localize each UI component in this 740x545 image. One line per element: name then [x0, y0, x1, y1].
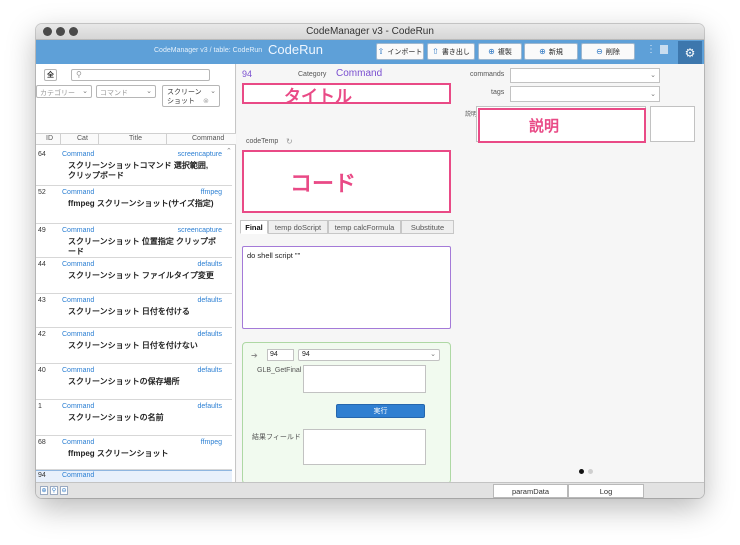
col-id[interactable]: ID [46, 135, 53, 142]
zoom-in-icon[interactable]: ⊕ [40, 486, 48, 495]
commands-select[interactable]: ⌄ [510, 68, 660, 83]
tags-select[interactable]: ⌄ [510, 86, 660, 102]
chevron-down-icon: ⌄ [650, 91, 656, 98]
attachment-field[interactable] [650, 106, 695, 142]
list-item[interactable]: 1 Command defaults スクリーンショットの名前 [36, 400, 232, 436]
arrow-right-icon: ➔ [251, 351, 258, 360]
chevron-down-icon: ⌄ [146, 88, 152, 95]
run-button[interactable]: 実行 [336, 404, 425, 418]
record-list-panel: 全 ⚲ カテゴリー ⌄ コマンド ⌄ スクリーンショット ⌄ ⊗ ID Cat … [36, 64, 236, 482]
category-label: Category [298, 71, 327, 78]
status-bar: ⊕ ⚲ ⊖ paramData Log [36, 482, 704, 498]
grid-icon[interactable] [660, 45, 668, 54]
col-cat[interactable]: Cat [77, 135, 88, 142]
list-item[interactable]: 42 Command defaults スクリーンショット 日付を付けない [36, 328, 232, 364]
chevron-down-icon: ⌄ [430, 351, 436, 358]
tags-label: tags [491, 89, 505, 96]
final-code-area[interactable]: do shell script "" [242, 246, 451, 329]
refresh-icon[interactable]: ↻ [286, 137, 293, 146]
scroll-up-icon[interactable]: ⌃ [226, 147, 232, 155]
clear-icon[interactable]: ⊗ [203, 97, 209, 105]
import-button[interactable]: ⇧ インポート [376, 43, 424, 60]
result-field[interactable] [303, 429, 426, 465]
breadcrumb: CodeManager v3 / table: CodeRun [154, 47, 263, 54]
list-item[interactable]: 40 Command defaults スクリーンショットの保存場所 [36, 364, 232, 400]
list-item[interactable]: 49 Command screencapture スクリーンショット 位置指定 … [36, 224, 232, 258]
tab-substitute[interactable]: Substitute [401, 220, 454, 234]
chevron-down-icon: ⌄ [650, 72, 656, 79]
param-select[interactable]: 94 ⌄ [298, 349, 440, 361]
code-label: codeTemp [246, 138, 279, 145]
list-item[interactable]: 64 Command screencapture スクリーンショットコマンド 選… [36, 148, 232, 186]
list-item-selected[interactable]: 94 Command [36, 470, 232, 482]
glb-field[interactable] [303, 365, 426, 393]
keyword-filter[interactable]: スクリーンショット ⌄ ⊗ [162, 85, 220, 107]
zoom-out-icon[interactable]: ⊖ [60, 486, 68, 495]
category-value[interactable]: Command [336, 68, 382, 79]
zoom-fit-icon[interactable]: ⚲ [50, 486, 58, 495]
brand-title: CodeRun [268, 42, 323, 57]
page-dot-active[interactable] [579, 469, 584, 474]
run-panel: ➔ 94 94 ⌄ GLB_GetFinal 実行 結果フィールド [242, 342, 451, 484]
upload-icon: ⇧ [377, 47, 385, 56]
export-button[interactable]: ⇧ 書き出し [427, 43, 475, 60]
divider [166, 134, 167, 145]
description-field[interactable] [478, 108, 646, 143]
description-annotation: 説明 [529, 118, 560, 135]
list-item[interactable]: 68 Command ffmpeg ffmpeg スクリーンショット [36, 436, 232, 470]
glb-label: GLB_GetFinal [257, 367, 302, 374]
col-command[interactable]: Command [192, 135, 224, 142]
commands-label: commands [470, 71, 505, 78]
list-item[interactable]: 43 Command defaults スクリーンショット 日付を付ける [36, 294, 232, 328]
toolbar: CodeManager v3 / table: CodeRun CodeRun … [36, 40, 704, 64]
command-filter[interactable]: コマンド ⌄ [96, 85, 156, 98]
app-window: CodeManager v3 - CodeRun CodeManager v3 … [36, 24, 704, 498]
list-item[interactable]: 44 Command defaults スクリーンショット ファイルタイプ変更 [36, 258, 232, 294]
title-bar: CodeManager v3 - CodeRun [36, 24, 704, 40]
final-code-text: do shell script "" [247, 251, 301, 260]
plus-circle-icon: ⊕ [539, 47, 546, 56]
code-annotation: コード [290, 171, 357, 196]
tab-temp-doscript[interactable]: temp doScript [268, 220, 328, 234]
param-id-input[interactable]: 94 [267, 349, 294, 361]
tab-temp-calcformula[interactable]: temp calcFormula [328, 220, 401, 234]
page-dot[interactable] [588, 469, 593, 474]
plus-circle-icon: ⊕ [488, 47, 495, 56]
export-icon: ⇧ [432, 47, 439, 56]
title-annotation: タイトル [284, 87, 352, 106]
chevron-down-icon: ⌄ [210, 88, 216, 95]
more-icon[interactable]: ⋮ [646, 44, 656, 55]
tab-final[interactable]: Final [240, 220, 268, 234]
window-title: CodeManager v3 - CodeRun [306, 26, 434, 37]
list-item[interactable]: 52 Command ffmpeg ffmpeg スクリーンショット(サイズ指定… [36, 186, 232, 224]
delete-button[interactable]: ⊖ 削除 [581, 43, 635, 60]
category-filter[interactable]: カテゴリー ⌄ [36, 85, 92, 98]
new-button[interactable]: ⊕ 新規 [524, 43, 578, 60]
divider [60, 134, 61, 145]
search-input[interactable]: ⚲ [71, 69, 210, 81]
show-all-button[interactable]: 全 [44, 69, 57, 81]
log-button[interactable]: Log [568, 484, 644, 498]
divider [98, 134, 99, 145]
minus-circle-icon: ⊖ [596, 47, 603, 56]
param-data-button[interactable]: paramData [493, 484, 568, 498]
result-label: 結果フィールド [252, 434, 301, 441]
chevron-down-icon: ⌄ [82, 88, 88, 95]
settings-gear-icon[interactable]: ⚙ [678, 41, 702, 64]
record-id: 94 [242, 69, 253, 79]
search-icon: ⚲ [76, 70, 82, 79]
duplicate-button[interactable]: ⊕ 複製 [478, 43, 522, 60]
col-title[interactable]: Title [129, 135, 142, 142]
list-header: ID Cat Title Command [36, 133, 236, 145]
